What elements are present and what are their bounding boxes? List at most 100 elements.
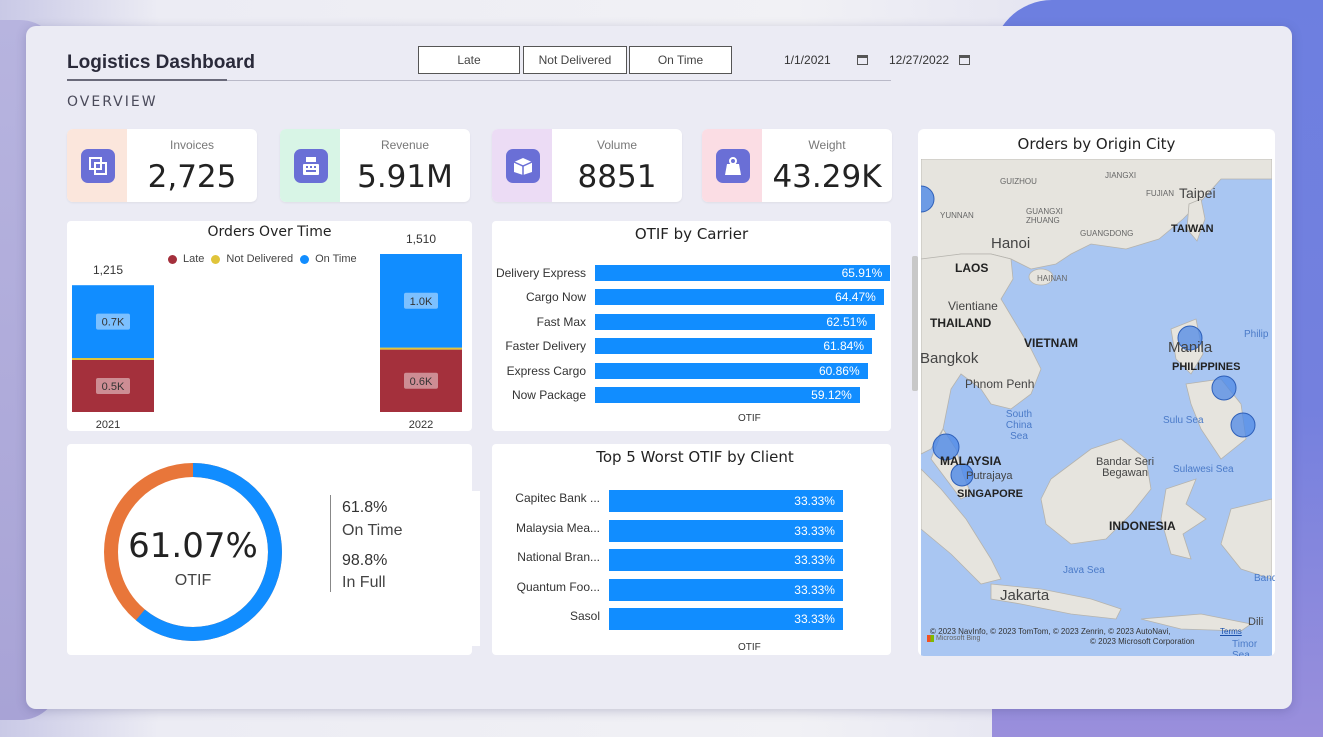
map-title: Orders by Origin City (1017, 135, 1176, 153)
map-label: Banda (1254, 573, 1275, 584)
kpi-label: Weight (808, 138, 846, 152)
map-label: MALAYSIA (940, 454, 1002, 468)
map-label: SINGAPORE (957, 488, 1024, 500)
map-label: Philip (1244, 329, 1269, 340)
y-tick-label: Now Package (511, 388, 586, 402)
page-title: Logistics Dashboard (67, 52, 255, 73)
orders-over-time-chart: 0.5K 0.7K 1,215 2021 0.6K 1.0K 1,510 2022 (72, 232, 462, 431)
map-label: Putrajaya (966, 470, 1013, 482)
bing-logo: Microsoft Bing (927, 635, 980, 642)
date-end-field[interactable]: 12/27/2022 (889, 48, 971, 72)
kpi-card-invoices[interactable]: Invoices 2,725 (67, 129, 257, 202)
data-label: 1.0K (410, 296, 433, 308)
bing-label: Microsoft Bing (936, 635, 981, 642)
data-label: 0.7K (102, 317, 125, 329)
y-tick-label: Malaysia Mea... (515, 520, 600, 535)
data-label: 62.51% (826, 314, 868, 329)
summary-divider (330, 495, 331, 592)
map-label: VIETNAM (1024, 336, 1078, 350)
map-label: Sulawesi Sea (1173, 464, 1234, 475)
map-label: INDONESIA (1109, 519, 1176, 533)
orders-by-origin-city-panel[interactable]: Orders by Origin City GUIZHOU JIANGXI FU… (918, 129, 1275, 656)
data-label: 0.6K (410, 376, 433, 388)
kpi-card-weight[interactable]: Weight 43.29K (702, 129, 892, 202)
kpi-value: 2,725 (147, 159, 237, 195)
y-tick-label: Faster Delivery (505, 339, 586, 354)
bar-segment[interactable] (72, 358, 154, 360)
kpi-label: Revenue (380, 138, 430, 152)
date-start-value: 1/1/2021 (784, 53, 831, 67)
map-label: FUJIAN (1146, 189, 1174, 198)
y-tick-label: Sasol (569, 609, 600, 624)
map-label: TAIWAN (1171, 223, 1214, 235)
axis-label: OTIF (738, 413, 761, 424)
data-label: 0.5K (102, 381, 125, 393)
date-start-field[interactable]: 1/1/2021 (784, 48, 868, 72)
slicer-late-button[interactable]: Late (418, 46, 520, 74)
data-label: 65.91% (841, 266, 883, 280)
map-label: Dili (1248, 616, 1264, 628)
map-label: HAINAN (1037, 274, 1068, 283)
map-label: JIANGXI (1105, 171, 1137, 180)
map-bubble[interactable] (1211, 375, 1237, 401)
kpi-value: 5.91M (357, 159, 453, 195)
map-label: Vientiane (948, 299, 998, 313)
kpi-card-revenue[interactable]: Revenue 5.91M (280, 129, 470, 202)
kpi-value: 8851 (577, 159, 657, 195)
invoice-icon (81, 149, 115, 183)
map-label: Sulu Sea (1163, 415, 1204, 426)
in-full-label: In Full (342, 574, 386, 591)
donut-value: 61.07% (128, 526, 258, 566)
calendar-icon[interactable] (959, 55, 971, 65)
kpi-label: Invoices (169, 138, 215, 152)
title-underline (67, 79, 227, 81)
map-label: GUANGDONG (1080, 229, 1134, 238)
data-label: 59.12% (811, 388, 852, 402)
y-tick-label: Capitec Bank ... (515, 491, 600, 505)
data-label: 33.33% (794, 612, 835, 627)
calendar-icon[interactable] (856, 55, 868, 65)
map-label: Bandar Seri Begawan (1095, 456, 1155, 479)
on-time-value: 61.8% (342, 499, 388, 516)
y-tick-label: Quantum Foo... (516, 579, 600, 594)
worst-otif-clients-panel[interactable]: Top 5 Worst OTIF by Client Capitec Bank … (492, 444, 891, 655)
map-label: PHILIPPINES (1172, 361, 1241, 373)
map-label: Taipei (1179, 185, 1216, 201)
total-label: 1,510 (406, 232, 436, 246)
otif-summary-card[interactable]: 61.8% On Time 98.8% In Full (325, 491, 480, 646)
slicer-on-time-button[interactable]: On Time (629, 46, 732, 74)
map-label: Phnom Penh (965, 377, 1035, 391)
section-label: OVERVIEW (67, 94, 158, 110)
otif-by-carrier-panel[interactable]: OTIF by Carrier Delivery Express 65.91% Ca… (492, 221, 891, 431)
map-label: YUNNAN (940, 211, 974, 220)
map-label: Bangkok (920, 350, 979, 367)
map-label: LAOS (955, 261, 989, 275)
kpi-card-volume[interactable]: Volume 8851 (492, 129, 682, 202)
orders-over-time-panel[interactable]: Orders Over Time Late Not Delivered On T… (67, 221, 472, 431)
map-label: Timor Sea (1232, 639, 1258, 656)
axis-label: OTIF (738, 642, 761, 653)
weight-icon (716, 149, 750, 183)
box-icon (506, 149, 540, 183)
cash-register-icon (294, 149, 328, 183)
chart-title: Top 5 Worst OTIF by Client (596, 448, 794, 466)
y-tick-label: Delivery Express (495, 266, 586, 280)
total-label: 1,215 (93, 263, 123, 277)
y-tick-label: Cargo Now (525, 290, 586, 305)
bar-segment[interactable] (380, 347, 462, 350)
kpi-value: 43.29K (772, 159, 882, 195)
data-label: 60.86% (818, 363, 860, 378)
slicer-not-delivered-button[interactable]: Not Delivered (523, 46, 627, 74)
x-tick-label: 2022 (409, 419, 433, 431)
map-label: GUIZHOU (1000, 177, 1037, 186)
map-label: Manila (1168, 339, 1213, 356)
data-label: 33.33% (794, 494, 835, 508)
map-bubble[interactable] (1230, 412, 1256, 438)
map-terms-link[interactable]: Terms (1220, 627, 1242, 636)
in-full-value: 98.8% (342, 552, 388, 569)
donut-label: OTIF (174, 572, 212, 589)
y-tick-label: National Bran... (517, 550, 600, 565)
date-end-value: 12/27/2022 (889, 53, 950, 67)
map-label: Hanoi (991, 235, 1031, 252)
data-label: 61.84% (823, 339, 865, 354)
